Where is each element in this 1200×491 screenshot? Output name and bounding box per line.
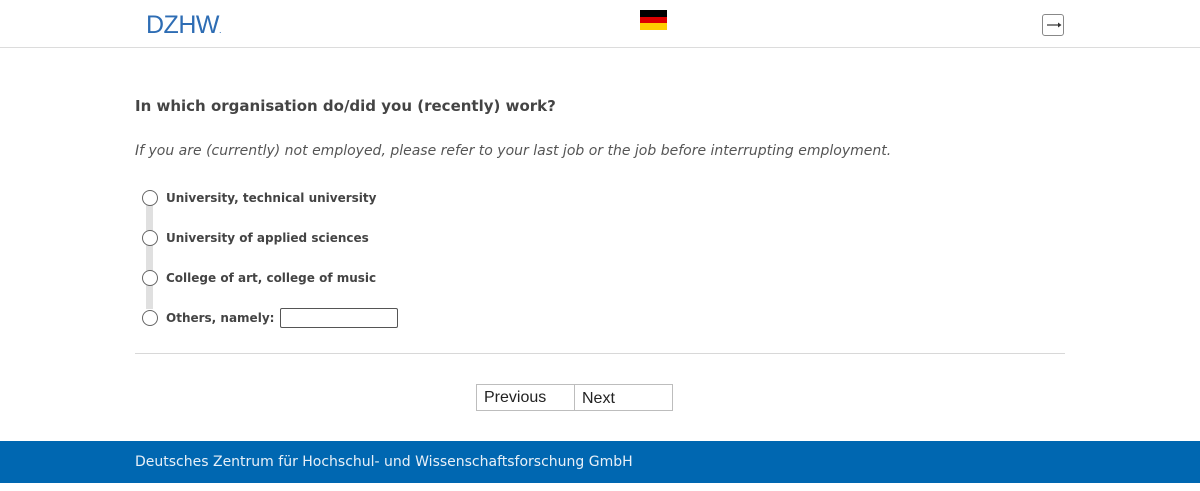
others-text-input[interactable] (280, 308, 399, 328)
option-applied-sciences[interactable]: University of applied sciences (142, 229, 369, 247)
flag-stripe-gold (640, 23, 667, 31)
navigation-buttons: Previous Next (476, 384, 673, 411)
logout-button[interactable] (1042, 14, 1064, 36)
dzhw-logo[interactable]: DZHW. (146, 11, 222, 40)
flag-stripe-black (640, 10, 667, 17)
option-art-music[interactable]: College of art, college of music (142, 269, 376, 287)
radio-art-music[interactable] (142, 270, 158, 286)
options-track (146, 199, 153, 309)
header-bar: DZHW. (0, 0, 1200, 48)
option-university[interactable]: University, technical university (142, 189, 376, 207)
logo-text: DZHW (146, 11, 219, 39)
logo-dot: . (218, 25, 222, 35)
flag-stripe-red (640, 16, 667, 24)
option-others[interactable]: Others, namely: (142, 308, 399, 328)
previous-button[interactable]: Previous (476, 384, 575, 411)
footer-bar: Deutsches Zentrum für Hochschul- und Wis… (0, 441, 1200, 483)
german-flag-icon[interactable] (640, 10, 667, 31)
divider (135, 353, 1065, 354)
radio-others[interactable] (142, 310, 158, 326)
logout-icon (1047, 22, 1062, 28)
option-label: College of art, college of music (166, 271, 377, 285)
next-button[interactable]: Next (574, 384, 673, 411)
footer-text: Deutsches Zentrum für Hochschul- und Wis… (135, 454, 633, 470)
option-label: University, technical university (166, 191, 377, 205)
option-label: Others, namely: (166, 311, 275, 325)
radio-applied-sciences[interactable] (142, 230, 158, 246)
instruction-text: If you are (currently) not employed, ple… (135, 143, 892, 159)
bottom-strip (0, 483, 1200, 491)
option-label: University of applied sciences (166, 231, 369, 245)
radio-university[interactable] (142, 190, 158, 206)
question-text: In which organisation do/did you (recent… (135, 97, 556, 115)
